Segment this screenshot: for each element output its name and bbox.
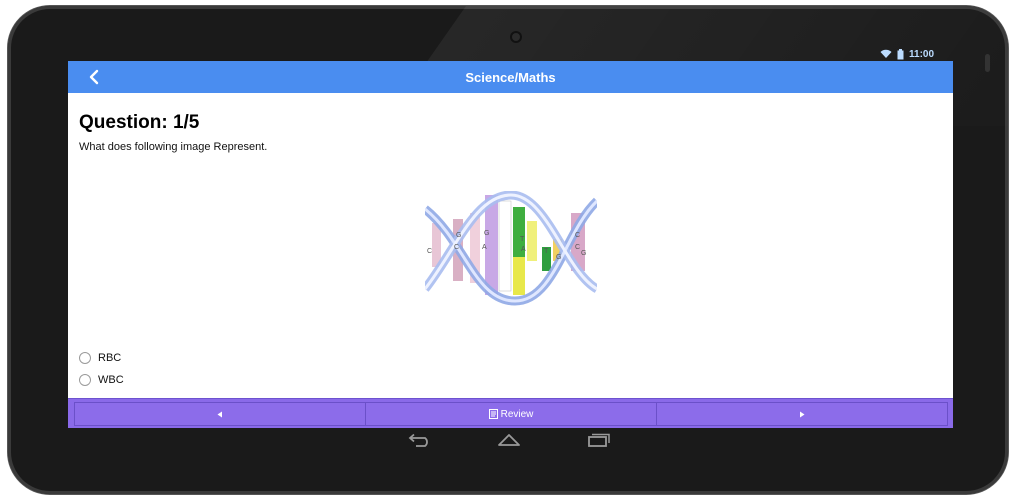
home-icon: [498, 434, 520, 446]
question-number: Question: 1/5: [79, 112, 200, 133]
base-letter: G: [456, 232, 461, 239]
radio-button[interactable]: [79, 352, 91, 364]
radio-button[interactable]: [79, 374, 91, 386]
review-icon: [488, 409, 498, 419]
option-wbc[interactable]: WBC: [79, 374, 124, 386]
page-title: Science/Maths: [465, 69, 556, 85]
base-letter: T: [544, 248, 549, 255]
status-bar: 11:00: [880, 47, 934, 61]
base-letter: A: [521, 246, 526, 253]
back-button[interactable]: [82, 65, 106, 89]
review-button[interactable]: Review: [366, 403, 657, 425]
battery-icon: [897, 48, 904, 59]
back-icon: [408, 433, 428, 447]
base-letter: G: [556, 254, 561, 261]
dna-image: C G C G A T A T G C C G: [425, 191, 597, 306]
base-letter: A: [482, 244, 487, 251]
triangle-left-icon: [217, 411, 222, 417]
base-letter: C: [575, 244, 580, 251]
base-letter: G: [581, 250, 586, 257]
base-letter: T: [520, 236, 525, 243]
bottom-navigation-bar: Review: [68, 398, 953, 428]
system-navigation-bar: [0, 428, 1024, 452]
base-letter: C: [427, 248, 432, 255]
review-label: Review: [500, 408, 534, 420]
option-label: RBC: [98, 352, 122, 364]
system-recents-button[interactable]: [585, 432, 611, 448]
camera-icon: [510, 31, 522, 43]
previous-button[interactable]: [75, 403, 366, 425]
question-text: What does following image Represent.: [79, 141, 268, 153]
side-button: [985, 54, 990, 72]
base-letter: C: [575, 232, 580, 239]
option-rbc[interactable]: RBC: [79, 352, 121, 364]
base-letter: C: [454, 244, 459, 251]
app-screen: Science/Maths Question: 1/5 What does fo…: [68, 61, 953, 428]
app-bar: Science/Maths: [68, 61, 953, 93]
recents-icon: [588, 433, 610, 447]
status-time: 11:00: [909, 48, 935, 60]
question-content: Question: 1/5 What does following image …: [68, 93, 953, 398]
triangle-right-icon: [800, 411, 805, 417]
chevron-left-icon: [89, 69, 99, 85]
system-home-button[interactable]: [496, 432, 522, 448]
question-navigation: Review: [74, 402, 948, 426]
next-button[interactable]: [657, 403, 947, 425]
system-back-button[interactable]: [407, 432, 433, 448]
option-label: WBC: [98, 374, 124, 386]
wifi-icon: [880, 49, 892, 58]
base-letter: G: [484, 230, 489, 237]
